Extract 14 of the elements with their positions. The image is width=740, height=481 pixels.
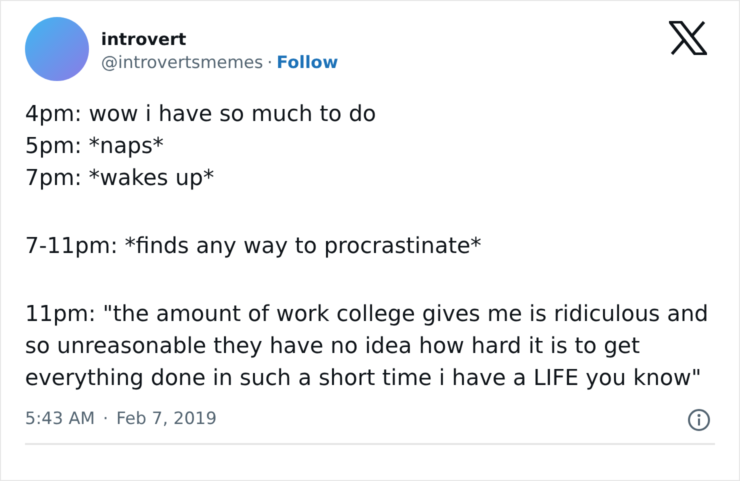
logo-icon[interactable]	[669, 21, 707, 55]
separator: ·	[267, 52, 273, 74]
tweet-text: 7pm: *wakes up*	[25, 165, 216, 193]
follow-link[interactable]: Follow	[276, 50, 338, 74]
tweet-text: 7-11pm: *finds any way to procrastinate*	[25, 233, 482, 261]
author-handle[interactable]: @introvertsmemes	[101, 50, 264, 74]
tweet-text: 11pm: "the amount of work college gives me is ridiculous and so unreasonable they have no idea how hard it is to get everything done in such a short time i have a LIFE you know"	[25, 301, 710, 393]
tweet-time[interactable]: 5:43 AM	[25, 407, 95, 432]
tweet-date[interactable]: Feb 7, 2019	[116, 407, 217, 432]
tweet-text: 4pm: wow i have so much to do	[25, 101, 378, 129]
tweet-text: 5pm: *naps*	[25, 133, 165, 161]
author-name[interactable]: introvert	[101, 28, 661, 50]
info-icon[interactable]	[687, 408, 711, 432]
separator: ·	[102, 408, 108, 431]
